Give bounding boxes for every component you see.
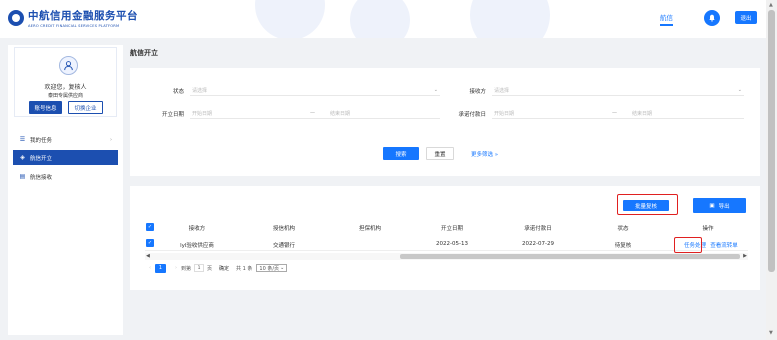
- page-size-select[interactable]: 10 条/页 ⌄: [256, 264, 288, 272]
- sidebar: 欢迎您，复核人 泰田专属供应商 账号信息 切换企业 ☰ 我的任务 › ◈ 航信开…: [8, 45, 123, 335]
- range-separator: —: [310, 110, 315, 116]
- receive-icon: ▤: [19, 173, 26, 180]
- table-horizontal-scrollbar[interactable]: ◀ ▶: [145, 253, 748, 260]
- open-date-end: 结束日期: [330, 110, 351, 117]
- more-filter-label: 更多筛选: [471, 152, 494, 158]
- open-date-label: 开立日期: [161, 112, 184, 118]
- page-scrollbar[interactable]: ▲ ▼: [766, 0, 777, 340]
- pagination: ‹ 1 › 到第 1 页 确定 共 1 条 10 条/页 ⌄: [145, 263, 288, 273]
- receiver-placeholder: 请选择: [494, 87, 510, 94]
- receiver-select[interactable]: 请选择 ⌄: [492, 85, 744, 96]
- double-chevron-down-icon: »: [494, 152, 499, 158]
- user-card: 欢迎您，复核人 泰田专属供应商 账号信息 切换企业: [14, 47, 117, 117]
- scrollbar-thumb[interactable]: [400, 254, 740, 259]
- page-size-value: 10 条/页: [259, 265, 280, 272]
- status-label: 状态: [172, 89, 184, 95]
- total-count: 共 1 条: [236, 265, 253, 272]
- chevron-down-icon: ⌄: [280, 265, 285, 271]
- export-icon: ▣: [709, 202, 715, 209]
- logout-button[interactable]: 退出: [735, 11, 757, 24]
- search-button[interactable]: 搜索: [383, 147, 419, 160]
- batch-review-button[interactable]: 批量复核: [623, 200, 669, 211]
- platform-logo[interactable]: 中航信用金融服务平台 AERO CREDIT FINANCIAL SERVICE…: [8, 8, 138, 28]
- notification-button[interactable]: [704, 10, 720, 26]
- select-all-checkbox[interactable]: ✓: [146, 223, 154, 231]
- chevron-right-icon: ›: [110, 136, 112, 143]
- pay-date-end: 结束日期: [632, 110, 653, 117]
- table-row[interactable]: ✓ lyl验收供应商 交通银行 2022-05-13 2022-07-29 待复…: [145, 239, 748, 251]
- welcome-text: 欢迎您，复核人: [44, 84, 87, 91]
- column-header: 承诺付款日: [524, 226, 552, 232]
- logo-icon: [8, 10, 24, 26]
- nav-tab-hangxin[interactable]: 航信: [660, 12, 673, 26]
- page-title: 航信开立: [130, 49, 158, 57]
- sidebar-item-label: 航信接收: [30, 174, 53, 181]
- scroll-down-icon[interactable]: ▼: [769, 330, 773, 336]
- column-header: 操作: [702, 226, 714, 232]
- page-unit: 页: [207, 265, 213, 272]
- scrollbar-thumb[interactable]: [768, 10, 775, 272]
- column-header: 担保机构: [358, 226, 382, 232]
- scroll-up-icon[interactable]: ▲: [769, 2, 773, 8]
- switch-company-button[interactable]: 切换企业: [68, 101, 103, 114]
- pay-date-label: 承诺付款日: [458, 112, 486, 118]
- header-decoration: [255, 0, 325, 38]
- cell-receiver: lyl验收供应商: [180, 243, 214, 249]
- top-header: 中航信用金融服务平台 AERO CREDIT FINANCIAL SERVICE…: [0, 0, 766, 38]
- scroll-left-icon[interactable]: ◀: [146, 253, 150, 259]
- pay-date-range[interactable]: 开始日期 — 结束日期: [492, 108, 744, 119]
- table-header: ✓ 接收方 授信机构 担保机构 开立日期 承诺付款日 状态 操作: [145, 223, 748, 235]
- cell-open-date: 2022-05-13: [436, 241, 468, 247]
- sidebar-item-hangxin-open[interactable]: ◈ 航信开立: [13, 150, 118, 165]
- column-header: 接收方: [188, 226, 206, 232]
- chevron-down-icon: ⌄: [433, 87, 438, 93]
- reset-button[interactable]: 重置: [426, 147, 454, 160]
- logo-subtitle: AERO CREDIT FINANCIAL SERVICES PLATFORM: [28, 24, 120, 28]
- chevron-down-icon: ⌄: [737, 87, 742, 93]
- next-page-icon[interactable]: ›: [175, 265, 177, 271]
- layers-icon: ◈: [20, 154, 25, 161]
- row-checkbox[interactable]: ✓: [146, 239, 154, 247]
- header-decoration: [350, 0, 410, 38]
- scroll-right-icon[interactable]: ▶: [743, 253, 747, 259]
- cell-credit-org: 交通银行: [272, 243, 296, 249]
- column-header: 授信机构: [272, 226, 296, 232]
- open-date-range[interactable]: 开始日期 — 结束日期: [190, 108, 440, 119]
- pay-date-start: 开始日期: [494, 110, 515, 117]
- goto-page-input[interactable]: 1: [194, 264, 205, 272]
- export-button[interactable]: ▣ 导出: [693, 198, 746, 213]
- status-select[interactable]: 请选择 ⌄: [190, 85, 440, 96]
- page-number-current[interactable]: 1: [155, 263, 166, 273]
- goto-label: 到第: [181, 265, 192, 272]
- status-placeholder: 请选择: [192, 87, 208, 94]
- cell-pay-date: 2022-07-29: [522, 241, 554, 247]
- range-separator: —: [612, 110, 617, 116]
- sidebar-item-hangxin-receive[interactable]: ▤ 航信接收: [13, 169, 118, 184]
- account-info-button[interactable]: 账号信息: [29, 101, 62, 114]
- sidebar-item-label: 我的任务: [30, 137, 53, 144]
- user-icon: [64, 61, 73, 71]
- bell-icon: [709, 14, 715, 22]
- logo-title: 中航信用金融服务平台: [28, 10, 138, 22]
- cell-status: 待复核: [614, 243, 632, 249]
- more-filter-link[interactable]: 更多筛选 »: [471, 150, 498, 158]
- company-name: 泰田专属供应商: [47, 93, 83, 99]
- column-header: 开立日期: [440, 226, 464, 232]
- open-date-start: 开始日期: [192, 110, 213, 117]
- task-icon: ☰: [19, 136, 26, 143]
- sidebar-item-label: 航信开立: [30, 155, 53, 162]
- avatar: [59, 56, 78, 75]
- search-panel: 状态 请选择 ⌄ 接收方 请选择 ⌄ 开立日期 开始日期 — 结束日期 承诺付款…: [130, 68, 760, 176]
- receiver-label: 接收方: [469, 89, 486, 95]
- view-flow-link[interactable]: 查看流转单: [710, 241, 738, 249]
- confirm-button[interactable]: 确定: [219, 265, 229, 272]
- table-panel: 批量复核 ▣ 导出 ✓ 接收方 授信机构 担保机构 开立日期 承诺付款日 状态 …: [130, 186, 760, 290]
- highlight-box: [674, 237, 702, 253]
- highlight-box: 批量复核: [617, 194, 678, 215]
- header-decoration: [470, 0, 550, 38]
- export-label: 导出: [718, 203, 730, 210]
- prev-page-icon[interactable]: ‹: [149, 265, 151, 271]
- sidebar-item-my-tasks[interactable]: ☰ 我的任务 ›: [13, 132, 118, 147]
- column-header: 状态: [617, 226, 629, 232]
